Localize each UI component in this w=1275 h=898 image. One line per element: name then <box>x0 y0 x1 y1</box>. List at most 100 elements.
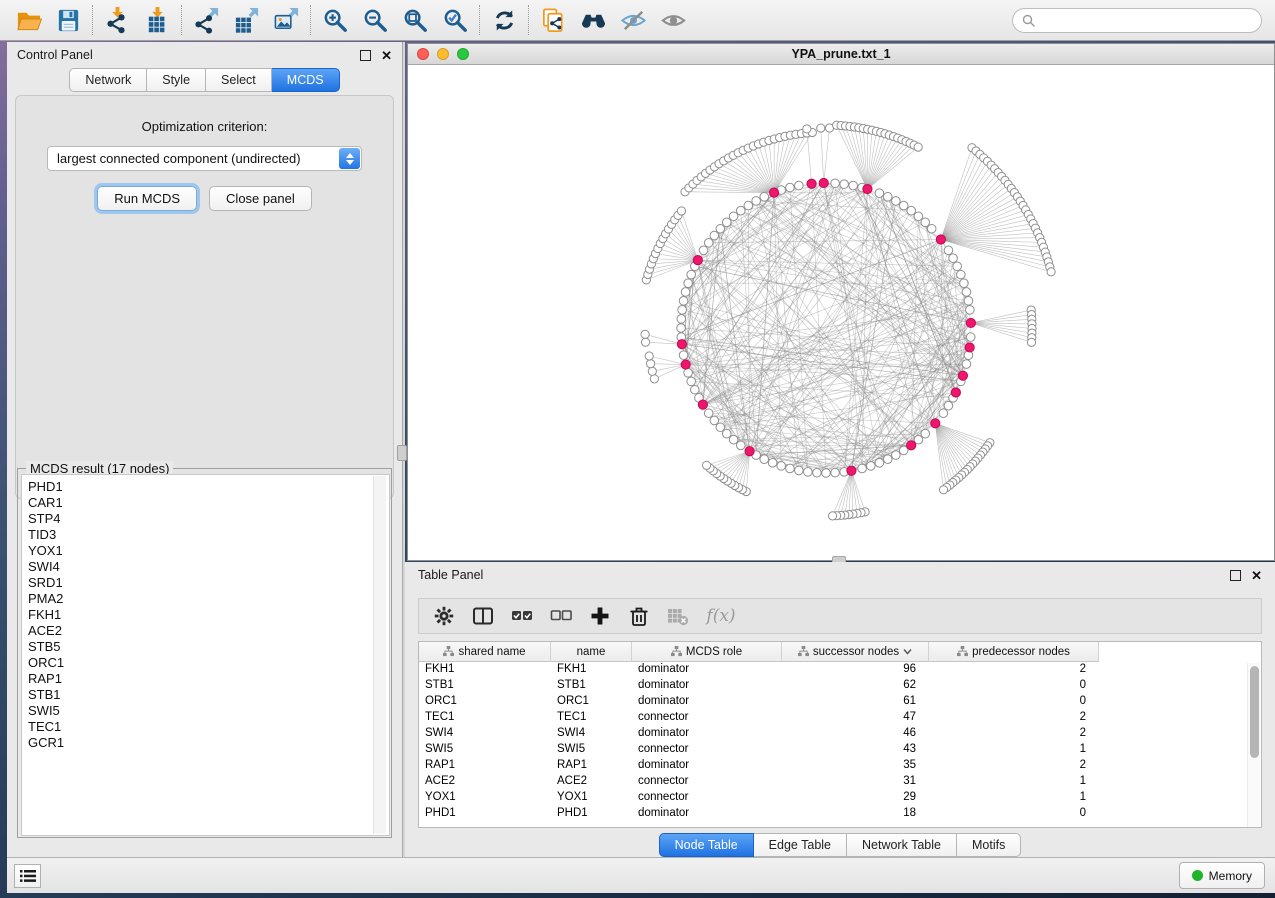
tab-network[interactable]: Network <box>69 68 147 92</box>
table-row[interactable]: PHD1PHD1dominator180 <box>419 806 1261 822</box>
network-node[interactable] <box>957 270 966 279</box>
hide-selected-button[interactable] <box>613 3 653 37</box>
import-network-button[interactable] <box>97 3 137 37</box>
table-row[interactable]: ORC1ORC1dominator610 <box>419 694 1261 710</box>
network-node[interactable] <box>786 464 795 473</box>
column-header-successor-nodes[interactable]: successor nodes <box>782 642 929 662</box>
float-table-panel-icon[interactable] <box>1230 570 1241 581</box>
mcds-result-item[interactable]: YOX1 <box>28 543 389 559</box>
network-node[interactable] <box>736 441 745 450</box>
tab-network-table[interactable]: Network Table <box>847 833 957 857</box>
network-node[interactable] <box>679 351 688 360</box>
zoom-in-button[interactable] <box>315 3 355 37</box>
export-table-button[interactable] <box>226 3 266 37</box>
network-node[interactable] <box>641 338 649 346</box>
mcds-result-item[interactable]: STB5 <box>28 639 389 655</box>
network-node[interactable] <box>828 512 836 520</box>
mcds-node[interactable] <box>807 179 816 188</box>
network-node[interactable] <box>699 246 708 255</box>
network-node[interactable] <box>722 429 731 438</box>
network-node[interactable] <box>677 324 686 333</box>
first-neighbors-button[interactable] <box>573 3 613 37</box>
table-row[interactable]: SWI5SWI5connector431 <box>419 742 1261 758</box>
mcds-result-item[interactable]: ORC1 <box>28 655 389 671</box>
mcds-node[interactable] <box>677 340 686 349</box>
network-node[interactable] <box>744 201 753 210</box>
network-node[interactable] <box>875 459 884 468</box>
network-node[interactable] <box>648 367 656 375</box>
mcds-node[interactable] <box>745 447 754 456</box>
table-row[interactable]: RAP1RAP1dominator352 <box>419 758 1261 774</box>
mcds-result-list[interactable]: PHD1CAR1STP4TID3YOX1SWI4SRD1PMA2FKH1ACE2… <box>21 474 390 836</box>
float-panel-icon[interactable] <box>360 50 371 61</box>
mcds-result-item[interactable]: CAR1 <box>28 495 389 511</box>
network-node[interactable] <box>867 462 876 471</box>
mcds-node[interactable] <box>958 371 967 380</box>
network-node[interactable] <box>953 262 962 271</box>
table-row[interactable]: YOX1YOX1connector291 <box>419 790 1261 806</box>
network-node[interactable] <box>752 197 761 206</box>
network-node[interactable] <box>691 385 700 394</box>
column-header-shared-name[interactable]: shared name <box>419 642 551 662</box>
network-node[interactable] <box>681 288 690 297</box>
network-node[interactable] <box>677 315 686 324</box>
run-mcds-button[interactable]: Run MCDS <box>97 186 197 211</box>
network-node[interactable] <box>831 468 840 477</box>
network-node[interactable] <box>899 201 908 210</box>
network-node[interactable] <box>786 183 795 192</box>
table-options-button[interactable] <box>431 603 457 629</box>
network-node[interactable] <box>646 360 654 368</box>
network-node[interactable] <box>710 416 719 425</box>
network-node[interactable] <box>939 409 948 418</box>
network-node[interactable] <box>875 189 884 198</box>
mcds-result-item[interactable]: PMA2 <box>28 591 389 607</box>
network-node[interactable] <box>760 193 769 202</box>
network-node[interactable] <box>678 306 687 315</box>
panel-list-button[interactable] <box>14 864 41 888</box>
network-node[interactable] <box>813 468 822 477</box>
network-node[interactable] <box>687 270 696 279</box>
mcds-node[interactable] <box>819 178 828 187</box>
criterion-select[interactable]: largest connected component (undirected) <box>47 146 362 171</box>
table-scrollbar[interactable] <box>1247 663 1260 827</box>
network-node[interactable] <box>840 180 849 189</box>
network-node[interactable] <box>949 254 958 263</box>
close-table-panel-icon[interactable]: ✕ <box>1251 570 1262 581</box>
table-row[interactable]: FKH1FKH1dominator962 <box>419 662 1261 678</box>
network-node[interactable] <box>966 306 975 315</box>
mcds-result-item[interactable]: SWI5 <box>28 703 389 719</box>
network-node[interactable] <box>962 288 971 297</box>
tab-motifs[interactable]: Motifs <box>957 833 1021 857</box>
mcds-node[interactable] <box>965 343 974 352</box>
export-image-button[interactable] <box>266 3 306 37</box>
network-node[interactable] <box>641 330 649 338</box>
network-node[interactable] <box>921 218 930 227</box>
mcds-result-item[interactable]: STB1 <box>28 687 389 703</box>
table-row[interactable]: SWI4SWI4dominator462 <box>419 726 1261 742</box>
mcds-result-item[interactable]: GCR1 <box>28 735 389 751</box>
table-scrollbar-thumb[interactable] <box>1250 666 1259 758</box>
mcds-node[interactable] <box>681 360 690 369</box>
close-panel-icon[interactable]: ✕ <box>381 50 392 61</box>
mcds-node[interactable] <box>951 388 960 397</box>
tab-mcds[interactable]: MCDS <box>272 68 340 92</box>
mcds-result-item[interactable]: PHD1 <box>28 479 389 495</box>
zoom-out-button[interactable] <box>355 3 395 37</box>
network-node[interactable] <box>736 206 745 215</box>
network-node[interactable] <box>768 459 777 468</box>
tab-style[interactable]: Style <box>147 68 206 92</box>
column-header-MCDS-role[interactable]: MCDS role <box>632 642 782 662</box>
search-input[interactable] <box>1036 14 1246 28</box>
add-button[interactable] <box>587 603 613 629</box>
network-node[interactable] <box>944 246 953 255</box>
network-node[interactable] <box>1027 338 1035 346</box>
network-node[interactable] <box>858 464 867 473</box>
mcds-node[interactable] <box>693 256 702 265</box>
network-node[interactable] <box>927 224 936 233</box>
network-node[interactable] <box>962 360 971 369</box>
network-node[interactable] <box>939 486 947 494</box>
mcds-node[interactable] <box>931 419 940 428</box>
network-node[interactable] <box>684 369 693 378</box>
memory-button[interactable]: Memory <box>1179 862 1265 889</box>
network-node[interactable] <box>716 224 725 233</box>
